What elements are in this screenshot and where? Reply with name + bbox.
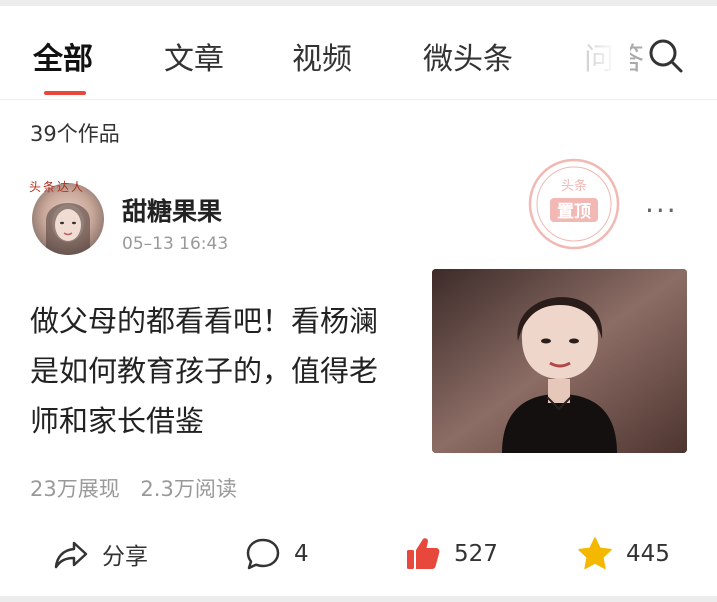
author-name[interactable]: 甜糖果果 bbox=[122, 192, 222, 228]
comment-count: 4 bbox=[294, 541, 309, 567]
star-icon bbox=[578, 537, 612, 570]
impressions-count: 23万展现 bbox=[30, 477, 120, 501]
share-label: 分享 bbox=[102, 544, 148, 570]
favorite-count: 445 bbox=[626, 541, 670, 567]
pinned-stamp-top: 头条 bbox=[561, 178, 587, 194]
comment-button[interactable]: 4 bbox=[244, 534, 309, 574]
pinned-stamp-icon: 头条 置顶 bbox=[528, 158, 620, 250]
article-stats: 23万展现 2.3万阅读 bbox=[30, 473, 251, 503]
pinned-stamp-label: 置顶 bbox=[557, 202, 591, 222]
reads-count: 2.3万阅读 bbox=[140, 477, 237, 501]
thumbs-up-icon bbox=[407, 538, 440, 569]
favorite-button[interactable]: 445 bbox=[576, 534, 670, 574]
article-title[interactable]: 做父母的都看看吧！看杨澜是如何教育孩子的，值得老师和家长借鉴 bbox=[30, 296, 400, 446]
avatar-badge: 头条达人 bbox=[29, 180, 86, 194]
active-tab-indicator bbox=[44, 91, 86, 95]
search-icon bbox=[649, 39, 683, 73]
like-button[interactable]: 527 bbox=[404, 534, 498, 574]
more-options-button[interactable]: ··· bbox=[645, 194, 678, 227]
tab-overflow-fade bbox=[560, 16, 630, 96]
article-thumbnail[interactable] bbox=[432, 269, 687, 453]
thumbnail-portrait bbox=[432, 269, 687, 453]
share-icon bbox=[54, 541, 88, 569]
like-count: 527 bbox=[454, 541, 498, 567]
tab-videos[interactable]: 视频 bbox=[292, 34, 352, 78]
pinned-stamp: 头条 置顶 bbox=[526, 156, 622, 252]
tab-articles[interactable]: 文章 bbox=[164, 34, 224, 78]
tab-all[interactable]: 全部 bbox=[33, 34, 93, 78]
works-count: 39个作品 bbox=[30, 122, 120, 146]
share-button[interactable]: 分享 bbox=[52, 534, 148, 574]
category-tab-bar: 全部 文章 视频 微头条 问答 bbox=[0, 6, 717, 100]
search-button[interactable] bbox=[646, 36, 686, 76]
profile-feed-page: 全部 文章 视频 微头条 问答 39个作品 头条达人 甜糖果果 05–13 16… bbox=[0, 6, 717, 596]
comment-icon bbox=[246, 538, 280, 570]
tab-micro-posts[interactable]: 微头条 bbox=[423, 34, 513, 78]
post-timestamp: 05–13 16:43 bbox=[122, 234, 229, 254]
